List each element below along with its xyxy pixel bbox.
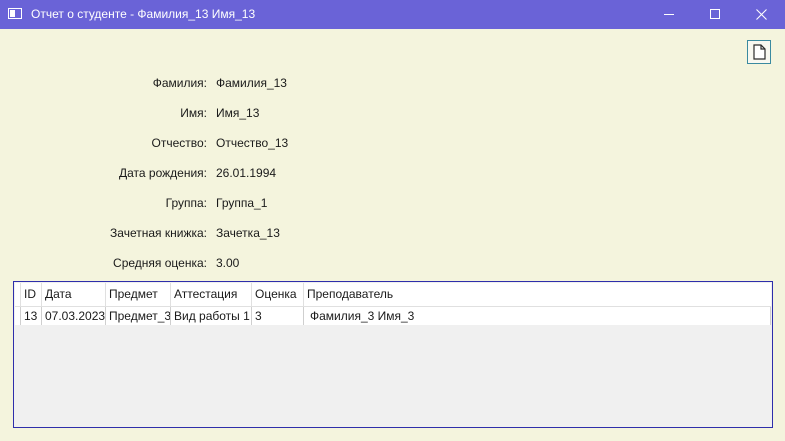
- window-title: Отчет о студенте - Фамилия_13 Имя_13: [31, 7, 256, 21]
- cell-date[interactable]: 07.03.2023: [42, 307, 106, 325]
- export-document-button[interactable]: [747, 40, 771, 64]
- birth-date-value: 26.01.1994: [216, 166, 277, 180]
- column-header-id[interactable]: ID: [21, 283, 42, 306]
- cell-attestation[interactable]: Вид работы 1: [171, 307, 252, 325]
- cell-id[interactable]: 13: [21, 307, 42, 325]
- last-name-value: Фамилия_13: [216, 76, 287, 90]
- group-value: Группа_1: [216, 196, 268, 210]
- column-header-attestation[interactable]: Аттестация: [171, 283, 252, 306]
- column-header-teacher[interactable]: Преподаватель: [304, 283, 771, 306]
- app-window-icon: [8, 8, 22, 19]
- birth-date-label: Дата рождения:: [119, 166, 207, 180]
- first-name-label: Имя:: [180, 106, 207, 120]
- table-row[interactable]: 13 07.03.2023 Предмет_3 Вид работы 1 3 Ф…: [15, 307, 771, 325]
- first-name-value: Имя_13: [216, 106, 260, 120]
- group-label: Группа:: [165, 196, 207, 210]
- cell-grade[interactable]: 3: [252, 307, 304, 325]
- record-book-value: Зачетка_13: [216, 226, 280, 240]
- minimize-button[interactable]: [646, 0, 692, 29]
- column-header-subject[interactable]: Предмет: [106, 283, 171, 306]
- close-button[interactable]: [738, 0, 784, 29]
- last-name-label: Фамилия:: [152, 76, 207, 90]
- cell-teacher[interactable]: Фамилия_3 Имя_3: [304, 307, 771, 325]
- close-icon: [756, 9, 767, 20]
- maximize-button[interactable]: [692, 0, 738, 29]
- column-header-date[interactable]: Дата: [42, 283, 106, 306]
- column-header-grade[interactable]: Оценка: [252, 283, 304, 306]
- average-grade-value: 3.00: [216, 256, 240, 270]
- grades-data-grid[interactable]: ID Дата Предмет Аттестация Оценка Препод…: [13, 281, 773, 428]
- patronymic-label: Отчество:: [151, 136, 208, 150]
- average-grade-label: Средняя оценка:: [113, 256, 207, 270]
- patronymic-value: Отчество_13: [216, 136, 289, 150]
- document-icon: [753, 44, 766, 60]
- title-bar: Отчет о студенте - Фамилия_13 Имя_13: [0, 0, 785, 29]
- record-book-label: Зачетная книжка:: [110, 226, 207, 240]
- cell-subject[interactable]: Предмет_3: [106, 307, 171, 325]
- grid-header-row: ID Дата Предмет Аттестация Оценка Препод…: [15, 283, 771, 307]
